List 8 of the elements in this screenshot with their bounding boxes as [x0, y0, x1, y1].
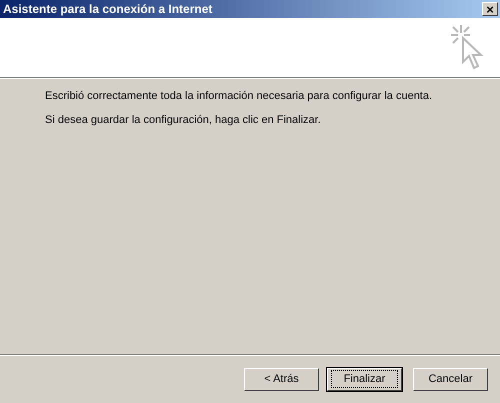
- dialog-button[interactable]: < Atrás: [244, 368, 319, 390]
- cursor-sparkle-icon: [450, 24, 484, 70]
- dialog-button[interactable]: Cancelar: [413, 368, 488, 390]
- window-title: Asistente para la conexión a Internet: [3, 2, 212, 16]
- close-button[interactable]: ×: [482, 2, 498, 16]
- message-text: Escribió correctamente toda la información necesaria para configurar la cuenta.: [45, 90, 434, 103]
- message-text: Si desea guardar la configuración, haga clic en Finalizar.: [45, 114, 322, 127]
- dialog-button[interactable]: Finalizar: [327, 368, 402, 390]
